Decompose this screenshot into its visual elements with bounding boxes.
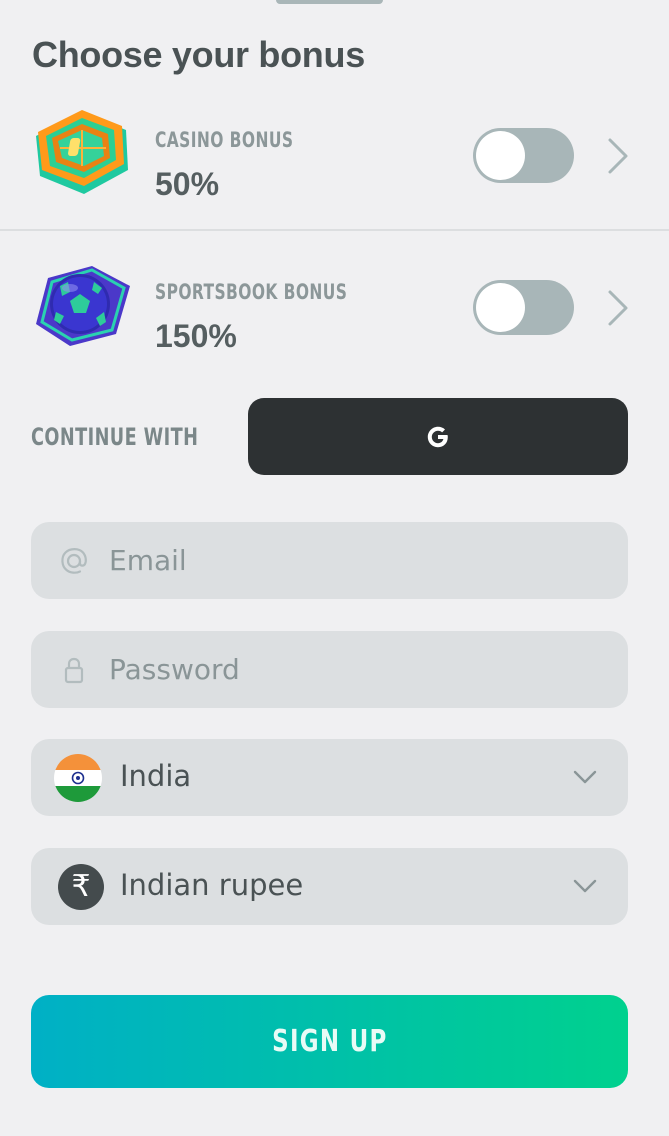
country-value: India xyxy=(120,759,192,793)
lock-icon xyxy=(64,657,84,684)
password-field[interactable] xyxy=(31,631,628,708)
bonus-value: 50% xyxy=(155,166,220,202)
soccer-ball-icon xyxy=(36,266,130,346)
chevron-down-icon xyxy=(573,770,597,784)
toggle-knob xyxy=(476,131,525,180)
continue-with-label: CONTINUE WITH xyxy=(31,423,199,451)
currency-select[interactable]: ₹ Indian rupee xyxy=(31,848,628,925)
google-signin-button[interactable] xyxy=(248,398,628,475)
casino-bonus-toggle[interactable] xyxy=(473,128,574,183)
bonus-divider xyxy=(0,229,669,231)
casino-roulette-icon xyxy=(36,110,128,194)
country-select[interactable]: India xyxy=(31,739,628,816)
sheet-drag-handle[interactable] xyxy=(276,0,383,4)
sign-up-button[interactable]: SIGN UP xyxy=(31,995,628,1088)
google-g-icon xyxy=(427,426,448,447)
password-input[interactable] xyxy=(109,631,609,708)
at-sign-icon xyxy=(61,548,87,574)
bonus-label: CASINO BONUS xyxy=(155,128,294,152)
email-field[interactable] xyxy=(31,522,628,599)
sportsbook-bonus-toggle[interactable] xyxy=(473,280,574,335)
sign-up-label: SIGN UP xyxy=(271,1024,388,1059)
page-title: Choose your bonus xyxy=(32,34,365,75)
india-flag-icon xyxy=(54,754,102,802)
bonus-label: SPORTSBOOK BONUS xyxy=(155,280,348,304)
toggle-knob xyxy=(476,283,525,332)
rupee-icon: ₹ xyxy=(58,864,104,910)
email-input[interactable] xyxy=(109,522,609,599)
bonus-row-sportsbook[interactable]: SPORTSBOOK BONUS 150% xyxy=(0,232,669,382)
currency-value: Indian rupee xyxy=(120,868,304,902)
chevron-right-icon[interactable] xyxy=(600,136,636,176)
chevron-right-icon[interactable] xyxy=(600,288,636,328)
bonus-value: 150% xyxy=(155,318,237,354)
bonus-row-casino[interactable]: CASINO BONUS 50% xyxy=(0,80,669,230)
chevron-down-icon xyxy=(573,879,597,893)
